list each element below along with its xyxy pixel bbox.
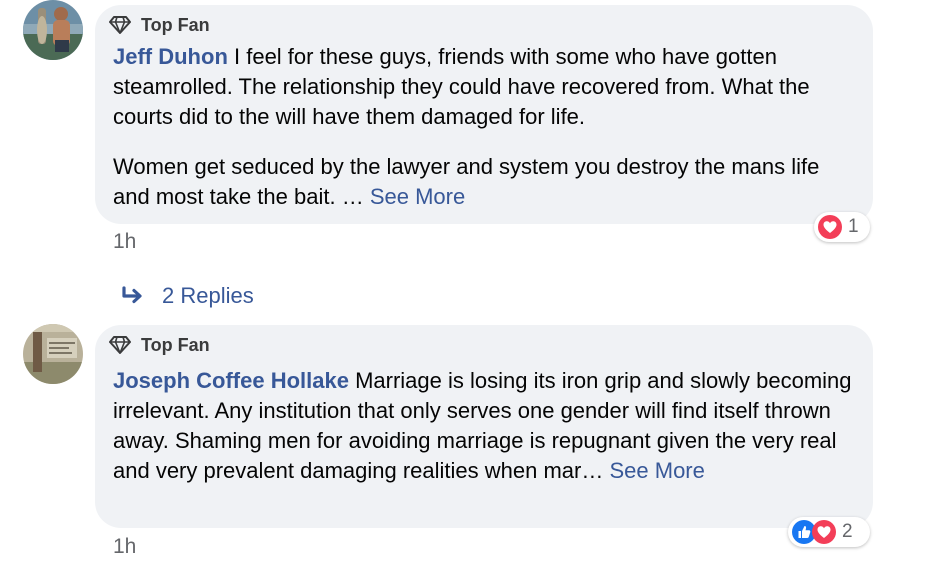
see-more-link[interactable]: See More xyxy=(609,458,704,483)
comment-text: Jeff Duhon I feel for these guys, friend… xyxy=(113,42,855,212)
replies-label: 2 Replies xyxy=(162,283,254,308)
comment-body: Women get seduced by the lawyer and syst… xyxy=(113,154,820,209)
diamond-icon xyxy=(109,336,131,354)
top-fan-badge[interactable]: Top Fan xyxy=(109,334,210,356)
view-replies-link[interactable]: 2 Replies xyxy=(120,282,254,310)
reaction-summary[interactable]: 2 xyxy=(788,517,870,547)
comment-bubble: Top Fan Jeff Duhon I feel for these guys… xyxy=(95,5,873,224)
diamond-icon xyxy=(109,16,131,34)
avatar[interactable] xyxy=(23,324,83,384)
top-fan-badge[interactable]: Top Fan xyxy=(109,14,210,36)
comment-bubble: Top Fan Joseph Coffee Hollake Marriage i… xyxy=(95,325,873,528)
comment-paragraph: Jeff Duhon I feel for these guys, friend… xyxy=(113,42,855,132)
comment-timestamp[interactable]: 1h xyxy=(113,535,136,559)
comment-timestamp[interactable]: 1h xyxy=(113,230,136,254)
reaction-count: 1 xyxy=(848,216,859,237)
author-name[interactable]: Jeff Duhon xyxy=(113,44,228,69)
reaction-count: 2 xyxy=(842,521,853,542)
badge-label: Top Fan xyxy=(141,14,210,35)
love-icon xyxy=(812,520,836,544)
reaction-icons xyxy=(792,520,836,544)
badge-label: Top Fan xyxy=(141,334,210,355)
avatar[interactable] xyxy=(23,0,83,60)
comment-text: Joseph Coffee Hollake Marriage is losing… xyxy=(113,366,855,486)
comment-paragraph: Joseph Coffee Hollake Marriage is losing… xyxy=(113,366,855,486)
reaction-icons xyxy=(818,215,842,239)
see-more-link[interactable]: See More xyxy=(370,184,465,209)
comment-paragraph: Women get seduced by the lawyer and syst… xyxy=(113,152,855,212)
reaction-summary[interactable]: 1 xyxy=(814,212,870,242)
love-icon xyxy=(818,215,842,239)
reply-arrow-icon xyxy=(122,286,142,304)
author-name[interactable]: Joseph Coffee Hollake xyxy=(113,368,349,393)
